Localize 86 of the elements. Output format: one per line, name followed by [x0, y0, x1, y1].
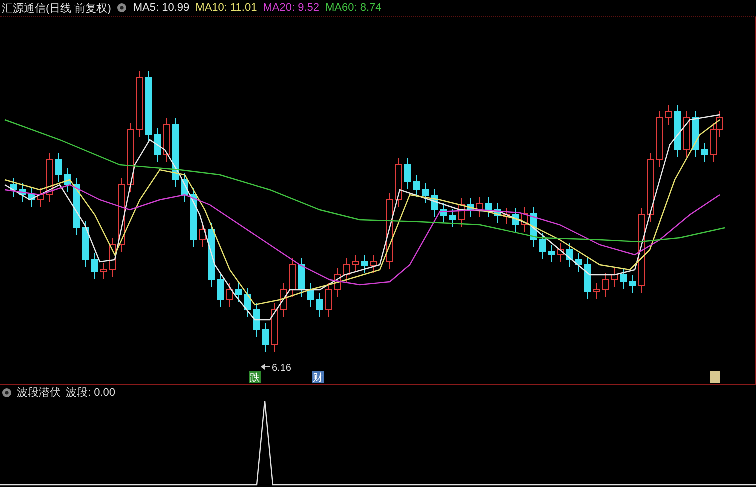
candlestick — [290, 258, 296, 298]
candlestick — [172, 118, 180, 188]
candlestick — [370, 254, 378, 274]
ma-legend: MA20: 9.52 — [263, 2, 320, 14]
candlestick — [280, 282, 288, 318]
candlestick — [136, 70, 144, 138]
candlestick — [594, 282, 600, 300]
ma-legend: MA10: 11.01 — [196, 2, 258, 14]
candlestick — [512, 208, 520, 232]
candlestick — [422, 182, 430, 204]
candlestick — [164, 118, 170, 162]
candlestick — [244, 288, 252, 318]
indicator-title: 波段潜伏 — [17, 386, 61, 400]
candlestick — [656, 110, 664, 168]
candlestick — [100, 262, 108, 280]
candlestick — [20, 182, 26, 202]
candlestick — [362, 254, 368, 274]
candlestick — [308, 282, 314, 308]
candlestick — [522, 206, 528, 232]
candlestick — [10, 178, 18, 198]
gear-icon[interactable] — [2, 388, 12, 398]
candlestick — [326, 282, 332, 318]
candlestick — [414, 174, 420, 198]
candlestick — [38, 188, 44, 208]
candlestick — [576, 252, 582, 272]
candlestick — [584, 258, 592, 300]
candlestick — [182, 172, 188, 202]
candlestick — [612, 268, 618, 288]
candlestick — [404, 158, 412, 190]
candlestick — [692, 110, 700, 158]
candlestick — [702, 142, 708, 162]
gear-icon[interactable] — [117, 3, 128, 13]
candlestick — [530, 206, 538, 248]
candlestick — [200, 222, 206, 248]
candlestick — [56, 152, 62, 182]
candlestick — [486, 196, 492, 218]
event-badge[interactable]: 财 — [312, 371, 324, 384]
event-badge[interactable]: 跌 — [249, 371, 261, 384]
candlestick — [316, 292, 324, 318]
candlestick — [28, 188, 36, 208]
candlestick — [110, 238, 116, 278]
candlestick — [334, 268, 342, 298]
candlestick — [64, 168, 72, 192]
candlestick — [154, 128, 162, 162]
candlestick — [432, 188, 438, 218]
candlestick — [458, 198, 466, 228]
candlestick — [128, 122, 134, 192]
candlestick — [344, 258, 350, 282]
candlestick — [218, 272, 224, 308]
candlestick — [396, 158, 402, 208]
candlestick — [450, 208, 456, 228]
candlestick — [82, 220, 90, 268]
ma-legend: MA60: 8.74 — [325, 2, 382, 14]
candlestick — [630, 274, 636, 294]
candlestick — [352, 254, 360, 272]
candlestick — [566, 242, 574, 268]
candlestick — [226, 282, 234, 308]
candlestick — [684, 110, 690, 158]
candlestick — [74, 178, 80, 236]
candlestick — [494, 202, 502, 224]
candlestick — [262, 322, 270, 352]
candlestick — [548, 244, 556, 262]
candlestick — [236, 282, 242, 302]
candlestick — [190, 188, 198, 248]
candlestick — [298, 258, 306, 298]
candlestick — [254, 302, 260, 338]
candlestick — [208, 222, 216, 288]
candlestick — [440, 202, 448, 224]
ma-legend: MA5: 10.99 — [133, 2, 190, 14]
indicator-reading: 波段: 0.00 — [66, 386, 116, 400]
candlestick — [476, 196, 484, 218]
candlestick — [602, 272, 610, 298]
candlestick — [558, 242, 564, 262]
candlestick — [46, 152, 54, 202]
candlestick — [468, 198, 474, 218]
candlestick — [648, 152, 654, 222]
candlestick — [666, 104, 672, 126]
low-price-label: 6.16 — [261, 363, 292, 374]
candlestick — [540, 232, 546, 260]
candlestick — [92, 252, 98, 280]
candlestick — [674, 104, 682, 158]
candlestick — [620, 268, 628, 290]
chart-title: 汇源通信(日线 前复权) — [2, 2, 112, 16]
candlestick — [504, 208, 510, 224]
candlestick — [146, 70, 152, 142]
candlestick — [272, 302, 278, 352]
